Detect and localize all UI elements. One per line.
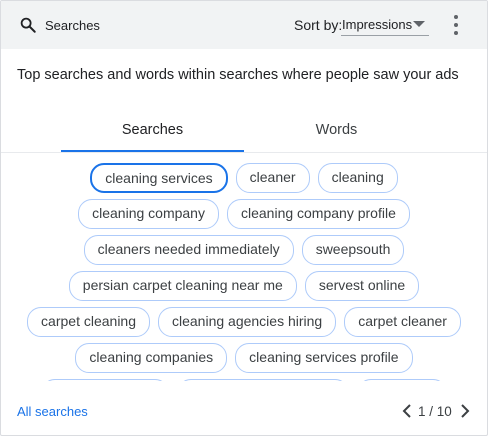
search-chip[interactable]: persian carpet cleaning near me [68, 271, 297, 301]
tab-searches[interactable]: Searches [61, 122, 244, 138]
card-header: Searches Sort by: Impressions [1, 1, 487, 49]
search-chip[interactable]: cleaning [317, 163, 398, 193]
search-chip-partial[interactable] [357, 379, 447, 381]
search-chip[interactable]: cleaners needed immediately [83, 235, 294, 265]
chip-row: carpet cleaning cleaning agencies hiring… [1, 307, 487, 343]
card-title: Top searches and words within searches w… [17, 67, 459, 83]
chevron-left-icon[interactable] [402, 404, 412, 418]
chip-row: cleaning companies cleaning services pro… [1, 343, 487, 379]
search-chip[interactable]: sweepsouth [301, 235, 405, 265]
all-searches-link[interactable]: All searches [17, 404, 88, 419]
search-chip[interactable]: cleaning services [90, 163, 228, 193]
chip-row: cleaning company cleaning company profil… [1, 199, 487, 235]
search-icon[interactable] [19, 16, 37, 34]
pagination-label: 1 / 10 [418, 404, 452, 419]
search-chip[interactable]: cleaner [235, 163, 310, 193]
search-chip-partial[interactable] [41, 379, 169, 381]
search-chip[interactable]: cleaning companies [75, 343, 228, 373]
search-chip[interactable]: cleaning services profile [235, 343, 413, 373]
sort-by-label: Sort by: [294, 17, 343, 33]
chevron-down-icon [413, 21, 425, 27]
search-chips: cleaning services cleaner cleaning clean… [1, 163, 487, 381]
chip-row: cleaning services cleaner cleaning [1, 163, 487, 199]
chip-row-partial [1, 379, 487, 381]
search-chip[interactable]: carpet cleaning [27, 307, 150, 337]
sort-select[interactable]: Impressions [341, 15, 429, 36]
more-options-icon[interactable] [450, 14, 462, 36]
sort-value: Impressions [342, 17, 413, 32]
tab-active-indicator [61, 150, 244, 152]
tab-divider [1, 152, 487, 153]
search-chip-partial[interactable] [177, 379, 349, 381]
search-chip[interactable]: cleaning company profile [226, 199, 410, 229]
chevron-right-icon[interactable] [460, 404, 470, 418]
search-chip[interactable]: servest online [304, 271, 420, 301]
chip-row: persian carpet cleaning near me servest … [1, 271, 487, 307]
chip-row: cleaners needed immediately sweepsouth [1, 235, 487, 271]
tab-words[interactable]: Words [245, 122, 428, 138]
searches-card: Searches Sort by: Impressions Top search… [0, 0, 488, 436]
search-label: Searches [45, 18, 100, 33]
search-chip[interactable]: carpet cleaner [344, 307, 461, 337]
search-chip[interactable]: cleaning company [78, 199, 219, 229]
search-chip[interactable]: cleaning agencies hiring [158, 307, 337, 337]
